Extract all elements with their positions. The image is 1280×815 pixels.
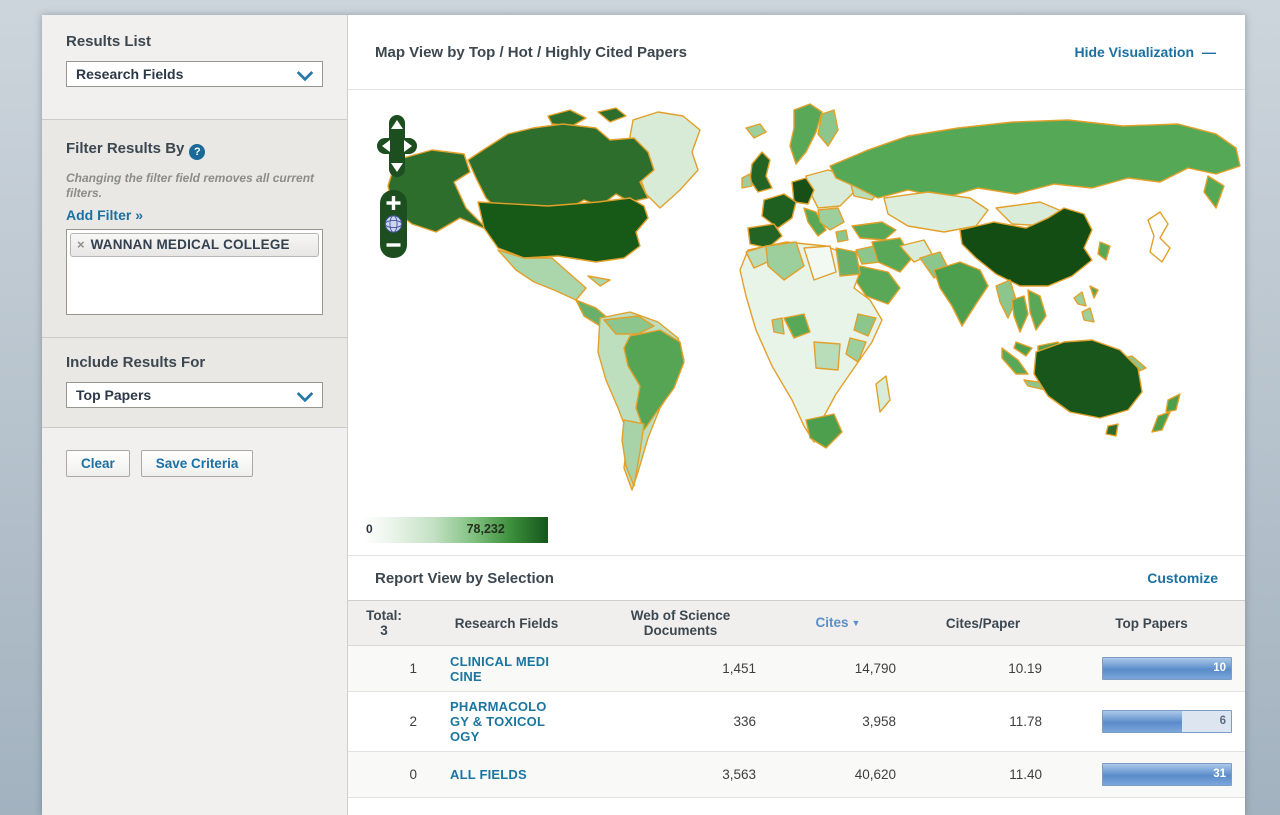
row-cites: 14,790: [768, 654, 908, 683]
report-title: Report View by Selection: [375, 570, 554, 587]
column-header-top-papers[interactable]: Top Papers: [1058, 610, 1245, 637]
report-rows: 1 CLINICAL MEDICINE 1,451 14,790 10.19 1…: [348, 646, 1245, 798]
top-papers-bar-fill: [1103, 658, 1231, 679]
row-documents: 336: [593, 707, 768, 736]
include-results-heading: Include Results For: [66, 354, 323, 371]
add-filter-link[interactable]: Add Filter »: [66, 207, 143, 223]
main-panel: Map View by Top / Hot / Highly Cited Pap…: [348, 15, 1245, 815]
results-list-value: Research Fields: [76, 66, 183, 82]
results-list-section: Results List Research Fields: [42, 15, 347, 120]
filter-section: Filter Results By? Changing the filter f…: [42, 120, 347, 338]
hide-visualization-link[interactable]: Hide Visualization—: [1074, 44, 1216, 60]
table-row: 2 PHARMACOLOGY & TOXICOLOGY 336 3,958 11…: [348, 692, 1245, 752]
sidebar: Results List Research Fields Filter Resu…: [42, 15, 348, 815]
map-view: 0 78,232: [348, 90, 1245, 555]
map-controls: [377, 115, 421, 263]
world-map[interactable]: [348, 90, 1245, 555]
table-row: 0 ALL FIELDS 3,563 40,620 11.40 31: [348, 752, 1245, 798]
column-header-cites-per-paper[interactable]: Cites/Paper: [908, 610, 1058, 637]
filter-list: × WANNAN MEDICAL COLLEGE: [66, 229, 323, 315]
top-papers-bar: 10: [1102, 657, 1232, 680]
row-rank: 0: [348, 760, 420, 789]
row-rank: 2: [348, 707, 420, 736]
row-cites-per-paper: 11.78: [908, 707, 1058, 736]
legend-max: 78,232: [467, 522, 505, 536]
report-table-header: Total:3 Research Fields Web of Science D…: [348, 600, 1245, 646]
filter-note: Changing the filter field removes all cu…: [66, 171, 323, 201]
top-papers-bar: 6: [1102, 710, 1232, 733]
include-results-section: Include Results For Top Papers: [42, 338, 347, 428]
row-documents: 1,451: [593, 654, 768, 683]
row-cites-per-paper: 11.40: [908, 760, 1058, 789]
column-header-documents[interactable]: Web of Science Documents: [593, 602, 768, 644]
map-header: Map View by Top / Hot / Highly Cited Pap…: [348, 15, 1245, 90]
include-results-value: Top Papers: [76, 387, 151, 403]
row-cites: 3,958: [768, 707, 908, 736]
help-icon[interactable]: ?: [189, 144, 205, 160]
map-pan-control[interactable]: [377, 115, 417, 177]
results-list-heading: Results List: [66, 33, 323, 50]
top-papers-bar-fill: [1103, 764, 1231, 785]
sort-desc-icon: ▼: [852, 618, 861, 628]
app-window: Results List Research Fields Filter Resu…: [42, 15, 1245, 815]
top-papers-value: 10: [1213, 662, 1226, 674]
top-papers-bar-fill: [1103, 711, 1182, 732]
map-title: Map View by Top / Hot / Highly Cited Pap…: [375, 44, 687, 61]
clear-button[interactable]: Clear: [66, 450, 130, 477]
map-zoom-control[interactable]: [380, 190, 407, 258]
top-papers-value: 6: [1220, 715, 1226, 727]
column-header-research-fields[interactable]: Research Fields: [420, 610, 593, 637]
sidebar-actions: Clear Save Criteria: [42, 428, 347, 815]
globe-icon: [385, 216, 401, 232]
filter-heading: Filter Results By: [66, 140, 184, 157]
row-documents: 3,563: [593, 760, 768, 789]
results-list-dropdown[interactable]: Research Fields: [66, 61, 323, 87]
remove-filter-icon[interactable]: ×: [77, 238, 85, 252]
report-header: Report View by Selection Customize: [348, 555, 1245, 600]
include-results-dropdown[interactable]: Top Papers: [66, 382, 323, 408]
row-cites: 40,620: [768, 760, 908, 789]
legend-min: 0: [366, 522, 373, 536]
top-papers-bar: 31: [1102, 763, 1232, 786]
customize-link[interactable]: Customize: [1147, 570, 1218, 586]
field-link[interactable]: CLINICAL MEDICINE: [450, 654, 554, 684]
map-legend: 0 78,232: [363, 517, 548, 543]
row-cites-per-paper: 10.19: [908, 654, 1058, 683]
filter-chip-label: WANNAN MEDICAL COLLEGE: [91, 237, 290, 252]
minimize-icon[interactable]: —: [1202, 44, 1216, 60]
total-count: Total:3: [348, 602, 420, 644]
save-criteria-button[interactable]: Save Criteria: [141, 450, 254, 477]
chevron-down-icon[interactable]: [297, 386, 314, 403]
field-link[interactable]: PHARMACOLOGY & TOXICOLOGY: [450, 699, 554, 744]
top-papers-value: 31: [1213, 768, 1226, 780]
field-link[interactable]: ALL FIELDS: [450, 767, 527, 782]
table-row: 1 CLINICAL MEDICINE 1,451 14,790 10.19 1…: [348, 646, 1245, 692]
column-header-cites[interactable]: Cites▼: [768, 609, 908, 637]
row-rank: 1: [348, 654, 420, 683]
filter-chip[interactable]: × WANNAN MEDICAL COLLEGE: [70, 233, 319, 257]
chevron-down-icon[interactable]: [297, 65, 314, 82]
